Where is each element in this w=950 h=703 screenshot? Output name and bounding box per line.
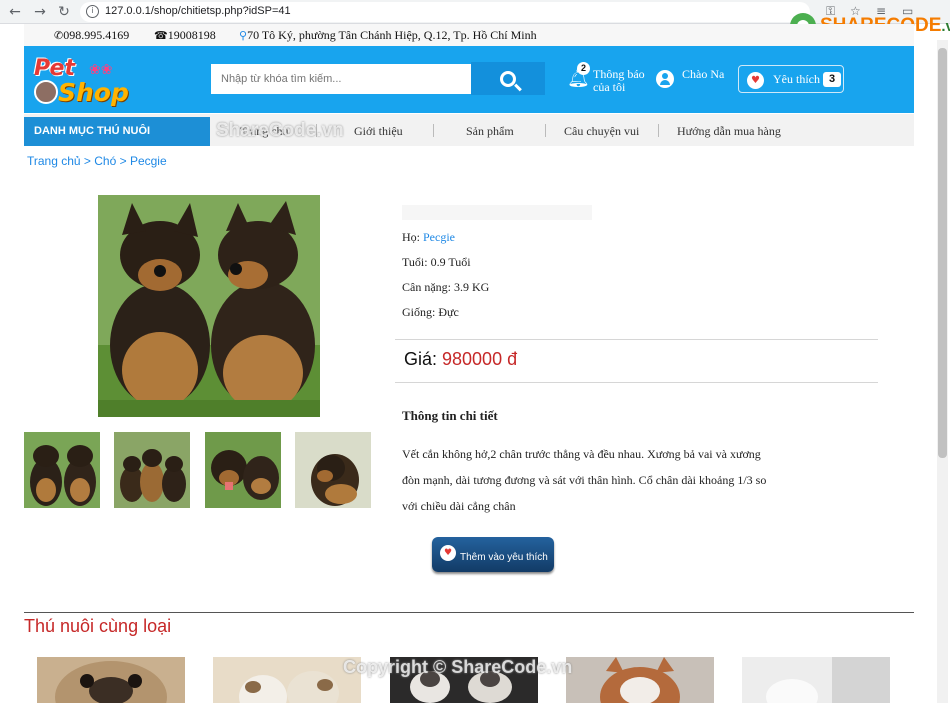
husky-image <box>566 657 714 703</box>
product-thumbnail[interactable] <box>114 432 190 508</box>
section-divider <box>24 612 914 613</box>
back-icon[interactable]: ← <box>6 3 24 21</box>
wishlist-label: Yêu thích <box>773 72 820 86</box>
phone-number: 098.995.4169 <box>63 28 130 42</box>
notification-count-badge: 2 <box>577 62 590 75</box>
family-link[interactable]: Pecgie <box>423 230 455 244</box>
map-pin-icon: ⚲ <box>239 29 248 42</box>
forward-icon[interactable]: → <box>31 3 49 21</box>
search-input[interactable] <box>211 64 471 94</box>
white-dog-image <box>742 657 890 703</box>
related-product-card[interactable] <box>742 657 890 703</box>
detail-heading: Thông tin chi tiết <box>402 408 498 423</box>
category-menu-button[interactable]: DANH MỤC THÚ NUÔI <box>24 117 210 146</box>
scrollbar-thumb[interactable] <box>938 48 947 458</box>
address-bar[interactable]: i 127.0.0.1/shop/chitietsp.php?idSP=41 <box>80 2 810 22</box>
product-thumbnail[interactable] <box>295 432 371 508</box>
product-family: Họ: Pecgie <box>402 230 455 245</box>
related-section-title: Thú nuôi cùng loại <box>24 616 172 636</box>
related-product-card[interactable] <box>37 657 185 703</box>
divider <box>395 382 878 383</box>
contact-bar: ✆098.995.4169 ☎19008198 ⚲70 Tô Ký, phườn… <box>24 24 914 46</box>
detail-description: Vết cắn không hở,2 chân trước thẳng và đ… <box>402 447 767 513</box>
product-main-image[interactable] <box>98 195 320 417</box>
phone-icon: ✆ <box>54 29 64 42</box>
puppies-image <box>213 657 361 703</box>
telephone-icon: ☎ <box>154 29 168 42</box>
product-thumbnail[interactable] <box>24 432 100 508</box>
menu-item-about[interactable]: Giới thiệu <box>354 124 403 139</box>
price-label: Giá: <box>404 349 443 369</box>
puppies-thumbnail-image <box>114 432 190 508</box>
puppies-thumbnail-image <box>205 432 281 508</box>
url-text: 127.0.0.1/shop/chitietsp.php?idSP=41 <box>105 5 291 17</box>
menu-item-products[interactable]: Sản phẩm <box>466 124 514 139</box>
notification-button[interactable]: 🔔︎ 2 Thông báo của tôi <box>567 62 657 98</box>
puppies-image <box>98 195 320 417</box>
product-gender: Giống: Đực <box>402 305 459 319</box>
logo-shop-text: Shop <box>58 78 129 107</box>
product-weight: Cân nặng: 3.9 KG <box>402 280 490 294</box>
pug-image <box>37 657 185 703</box>
wishlist-count-badge: 3 <box>823 72 841 87</box>
pet-shop-logo[interactable]: Pet ❀❀ Shop <box>34 56 144 110</box>
price-value: 980000 đ <box>442 349 518 369</box>
watermark-text: ShareCode.vn <box>216 120 344 141</box>
page-scrollbar[interactable] <box>937 40 948 703</box>
copyright-watermark: Copyright © ShareCode.vn <box>343 657 573 677</box>
add-to-wishlist-label: Thêm vào yêu thích <box>460 552 548 563</box>
heart-icon: ♥ <box>440 545 456 561</box>
reload-icon[interactable]: ↻ <box>55 3 73 21</box>
search-button[interactable] <box>471 62 545 95</box>
user-greeting: Chào Na <box>682 67 725 81</box>
notification-label: Thông báo của tôi <box>593 67 645 94</box>
dog-icon <box>34 80 58 104</box>
hotline-number: 19008198 <box>167 28 216 42</box>
menu-item-stories[interactable]: Câu chuyện vui <box>564 124 639 139</box>
menu-divider <box>545 124 546 137</box>
shop-address: 70 Tô Ký, phường Tân Chánh Hiệp, Q.12, T… <box>247 28 537 42</box>
related-product-card[interactable] <box>213 657 361 703</box>
family-label: Họ: <box>402 230 423 244</box>
product-thumbnail[interactable] <box>205 432 281 508</box>
user-account-button[interactable]: Chào Na <box>656 68 726 98</box>
menu-divider <box>658 124 659 137</box>
heart-icon: ♥ <box>747 72 764 89</box>
menu-divider <box>433 124 434 137</box>
main-menu: DANH MỤC THÚ NUÔI Trang chủ Giới thiệu S… <box>24 114 914 146</box>
user-icon <box>656 70 674 88</box>
puppies-thumbnail-image <box>24 432 100 508</box>
breadcrumb[interactable]: Trang chủ > Chó > Pecgie <box>27 154 167 168</box>
menu-item-guide[interactable]: Hướng dẫn mua hàng <box>677 124 781 139</box>
divider <box>395 339 878 340</box>
site-header: Pet ❀❀ Shop 🔔︎ 2 Thông báo của tôi Chào … <box>24 46 914 113</box>
add-to-wishlist-button[interactable]: ♥ Thêm vào yêu thích <box>432 537 554 572</box>
wishlist-button[interactable]: ♥ Yêu thích 3 <box>738 65 844 93</box>
paw-icon: ❀❀ <box>89 62 113 78</box>
product-age: Tuổi: 0.9 Tuổi <box>402 255 471 269</box>
product-name-faded <box>402 205 592 220</box>
info-icon[interactable]: i <box>86 5 99 18</box>
search-icon <box>500 70 516 87</box>
sharecode-logo-suffix: .vn <box>941 18 950 35</box>
puppy-thumbnail-image <box>295 432 371 508</box>
related-product-card[interactable] <box>566 657 714 703</box>
product-price: Giá: 980000 đ <box>404 349 517 370</box>
